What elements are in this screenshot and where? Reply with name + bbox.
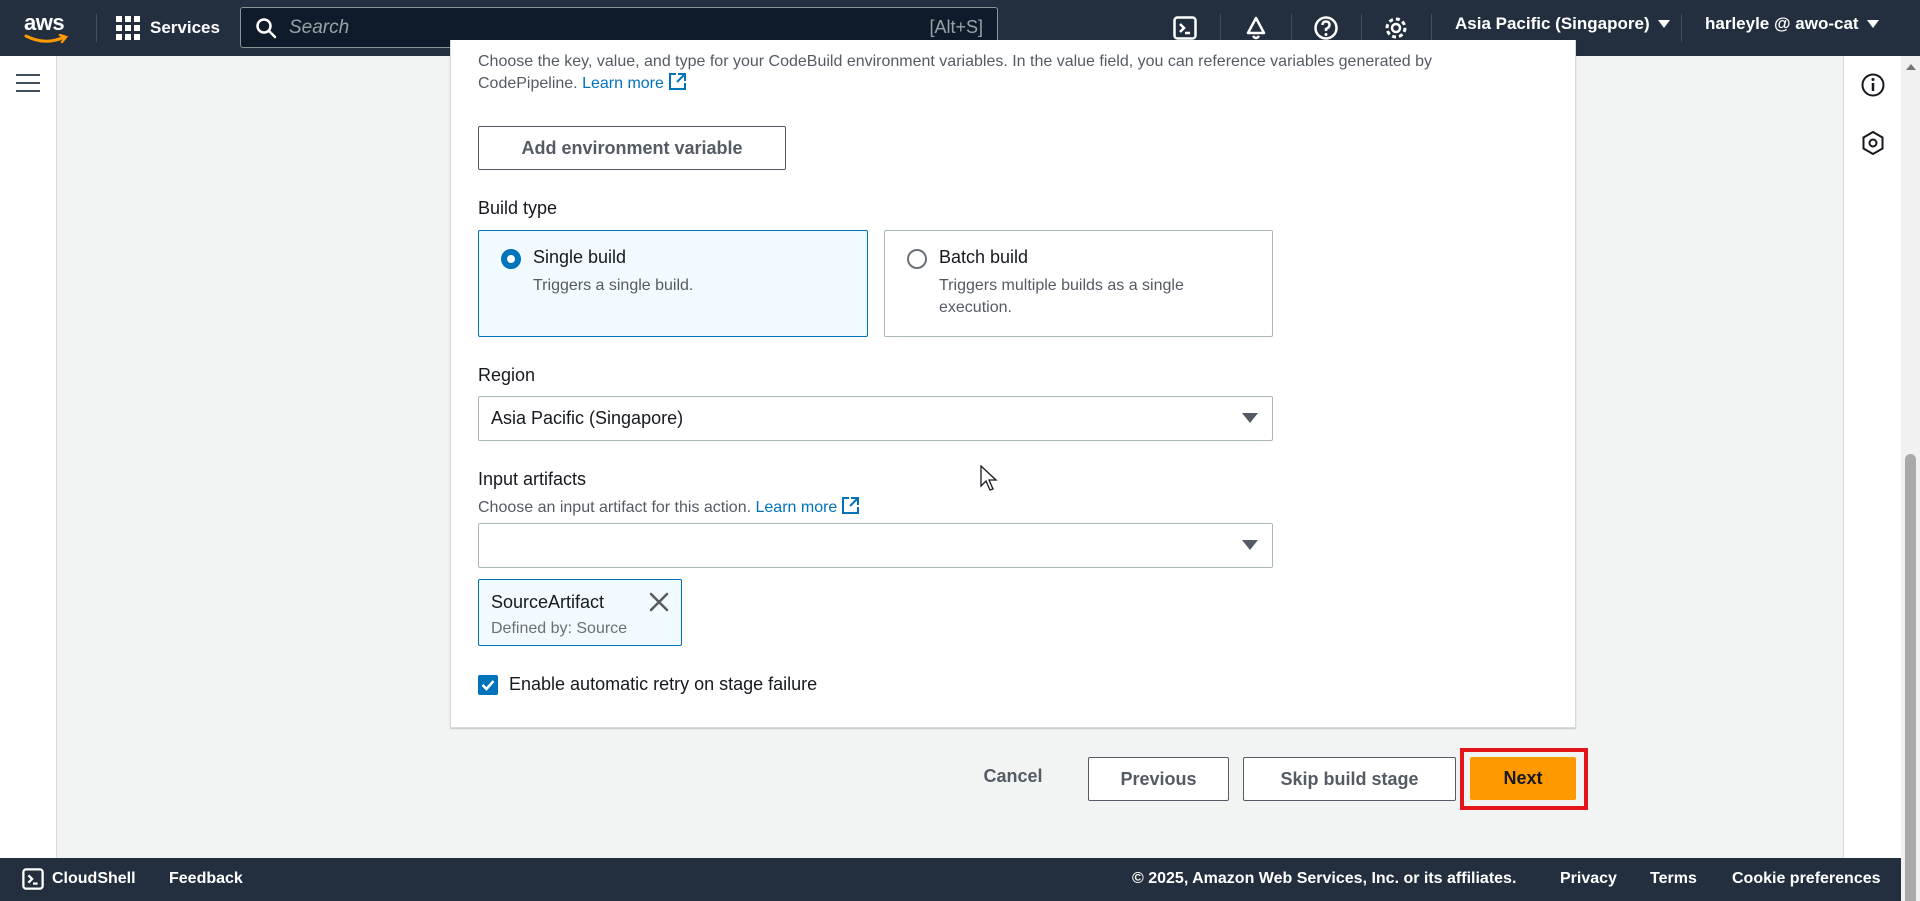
cloudshell-icon (22, 868, 44, 890)
external-link-icon (668, 73, 686, 90)
terms-link[interactable]: Terms (1650, 870, 1697, 888)
caret-down-icon (1242, 413, 1258, 423)
copyright-text: © 2025, Amazon Web Services, Inc. or its… (1132, 870, 1517, 887)
page-scrollbar[interactable] (1901, 56, 1920, 901)
single-build-description: Triggers a single build. (533, 277, 694, 294)
learn-more-link[interactable]: Learn more (755, 497, 861, 516)
batch-build-title: Batch build (939, 247, 1029, 267)
aws-logo-text: aws (24, 10, 65, 35)
aws-logo[interactable]: aws (24, 12, 72, 44)
input-artifacts-label: Input artifacts (478, 469, 587, 489)
token-defined-by: Defined by: Source (491, 620, 628, 637)
next-button[interactable]: Next (1470, 757, 1576, 800)
hexagon-resources-icon[interactable] (1860, 130, 1886, 156)
retry-checkbox-label: Enable automatic retry on stage failure (509, 674, 818, 694)
services-grid-icon (116, 16, 140, 40)
env-vars-description: Choose the key, value, and type for your… (478, 52, 1528, 94)
input-artifacts-description: Choose an input artifact for this action… (478, 496, 860, 517)
cookie-preferences-link[interactable]: Cookie preferences (1732, 870, 1881, 888)
services-label: Services (150, 18, 220, 37)
nav-divider (1291, 14, 1292, 42)
region-field-label: Region (478, 365, 536, 385)
batch-build-option[interactable]: Batch build Triggers multiple builds as … (884, 230, 1273, 337)
external-link-icon (842, 497, 860, 514)
single-build-title: Single build (533, 247, 627, 267)
remove-token-close-icon[interactable] (647, 590, 671, 614)
chevron-down-icon (1866, 20, 1879, 28)
account-menu[interactable]: harleyle @ awo-cat (1705, 14, 1879, 34)
user-label: harleyle @ awo-cat (1705, 14, 1859, 33)
batch-build-radio[interactable] (907, 249, 927, 269)
single-build-radio[interactable] (501, 249, 521, 269)
menu-hamburger-icon[interactable] (16, 74, 40, 94)
nav-divider (1681, 14, 1682, 42)
previous-button[interactable]: Previous (1088, 757, 1229, 801)
services-menu-button[interactable]: Services (116, 14, 220, 42)
cloudshell-label: CloudShell (52, 870, 136, 887)
learn-more-text: Learn more (582, 75, 664, 92)
nav-divider (1431, 14, 1432, 42)
footer-bar: CloudShell Feedback © 2025, Amazon Web S… (0, 858, 1901, 901)
token-name: SourceArtifact (491, 592, 605, 612)
caret-down-icon (1242, 540, 1258, 550)
region-select[interactable]: Asia Pacific (Singapore) (478, 396, 1273, 441)
privacy-link[interactable]: Privacy (1560, 870, 1617, 888)
single-build-option[interactable]: Single build Triggers a single build. (478, 230, 868, 337)
region-selector[interactable]: Asia Pacific (Singapore) (1455, 14, 1670, 34)
region-select-value: Asia Pacific (Singapore) (491, 408, 684, 428)
scrollbar-thumb[interactable] (1905, 454, 1916, 901)
region-label: Asia Pacific (Singapore) (1455, 14, 1650, 33)
search-shortcut: [Alt+S] (929, 17, 983, 37)
retry-checkbox[interactable] (478, 675, 498, 695)
skip-build-stage-button[interactable]: Skip build stage (1243, 757, 1456, 801)
nav-divider (1220, 14, 1221, 42)
search-icon (256, 17, 277, 38)
right-tools-rail (1843, 56, 1901, 858)
cancel-button[interactable]: Cancel (970, 766, 1056, 790)
build-type-label: Build type (478, 198, 558, 218)
learn-more-text: Learn more (755, 499, 838, 516)
add-environment-variable-button[interactable]: Add environment variable (478, 126, 786, 170)
feedback-link[interactable]: Feedback (169, 870, 243, 888)
learn-more-link[interactable]: Learn more (582, 73, 687, 92)
nav-divider (1361, 14, 1362, 42)
cloudshell-footer-button[interactable]: CloudShell (22, 868, 136, 890)
chevron-down-icon (1657, 20, 1670, 28)
aws-smile-icon (24, 34, 69, 44)
source-artifact-token: SourceArtifact Defined by: Source (478, 579, 682, 646)
mouse-pointer-icon (980, 465, 998, 491)
scroll-up-arrow-icon[interactable] (1906, 64, 1916, 70)
checkmark-icon (481, 680, 495, 691)
input-artifacts-description-text: Choose an input artifact for this action… (478, 499, 752, 516)
nav-divider (96, 14, 97, 42)
batch-build-description: Triggers multiple builds as a single exe… (939, 277, 1184, 316)
search-placeholder: Search (289, 16, 350, 38)
left-navigation-rail (0, 56, 57, 858)
info-icon[interactable] (1860, 72, 1886, 98)
input-artifacts-select[interactable] (478, 523, 1273, 568)
